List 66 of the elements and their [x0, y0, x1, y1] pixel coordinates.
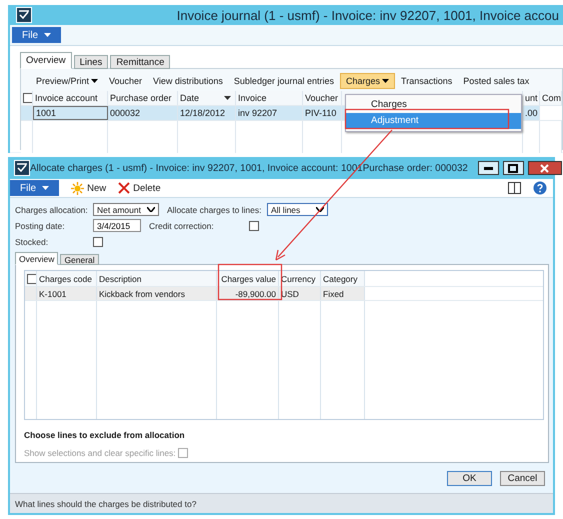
help-icon[interactable]	[533, 181, 547, 195]
table-cell: Kickback from vendors	[99, 288, 185, 298]
ok-button[interactable]: OK	[447, 471, 492, 486]
charges-allocation-dropdown[interactable]: Net amount	[93, 203, 159, 216]
table-cell: 12/18/2012	[180, 108, 226, 118]
field-label: Show selections and clear specific lines:	[24, 448, 176, 458]
table-cell: .00	[525, 108, 538, 118]
status-text: What lines should the charges be distributed to?	[15, 498, 196, 508]
caret-icon	[44, 33, 52, 37]
minimize-icon	[484, 166, 493, 170]
checkbox[interactable]	[249, 220, 259, 230]
toolbar-button[interactable]: New	[71, 182, 106, 194]
cancel-button[interactable]: Cancel	[500, 471, 545, 486]
field-label: Charges allocation:	[15, 204, 89, 214]
maximize-button[interactable]	[502, 161, 524, 175]
posting-date-field[interactable]: 3/4/2015	[93, 219, 141, 232]
checkbox[interactable]	[93, 236, 103, 246]
tab[interactable]: Overview	[15, 252, 58, 265]
checkbox[interactable]	[27, 274, 36, 284]
field-label: Stocked:	[15, 236, 50, 246]
section-heading: Choose lines to exclude from allocation	[24, 430, 186, 440]
close-icon	[540, 164, 550, 172]
table-cell: inv 92207	[238, 108, 278, 118]
action-button[interactable]: Subledger journal entries	[228, 73, 339, 89]
chevron-icon	[147, 207, 155, 212]
book-icon[interactable]	[508, 182, 521, 194]
action-button[interactable]: Voucher	[104, 73, 148, 89]
field-label: Allocate charges to lines:	[167, 204, 262, 214]
action-button[interactable]: View distributions	[148, 73, 228, 89]
table-cell: 000032	[110, 108, 140, 118]
file-menu-button[interactable]: File	[10, 180, 60, 196]
table-cell: -89,900.00	[235, 288, 276, 298]
delete-icon	[118, 182, 130, 194]
field-label: Posting date:	[15, 220, 66, 230]
chevron-icon	[316, 207, 324, 212]
action-button[interactable]: Transactions	[396, 73, 458, 89]
field-label: Credit correction:	[149, 220, 215, 230]
app-icon	[14, 160, 30, 176]
column-header[interactable]: unt	[525, 93, 538, 103]
file-menu-button[interactable]: File	[12, 27, 62, 43]
tab[interactable]: Overview	[20, 52, 72, 69]
checkbox[interactable]	[23, 93, 32, 103]
caret-icon	[382, 79, 390, 83]
allocate-lines-dropdown[interactable]: All lines	[267, 203, 328, 216]
sun-icon	[71, 182, 84, 194]
sort-icon	[224, 96, 231, 100]
app-icon	[16, 7, 32, 23]
column-header[interactable]: Com	[542, 93, 561, 103]
tab[interactable]: General	[60, 254, 99, 265]
table-cell: 1001	[36, 108, 56, 118]
toolbar-button[interactable]: Delete	[118, 182, 161, 194]
action-button[interactable]: Charges	[340, 73, 396, 89]
close-button[interactable]	[528, 161, 562, 175]
tab[interactable]: Lines	[74, 55, 108, 69]
highlight-rectangle	[218, 264, 282, 300]
action-button[interactable]: Preview/Print	[31, 73, 104, 89]
caret-icon	[42, 186, 50, 190]
tab[interactable]: Remittance	[110, 55, 170, 69]
table-cell: Fixed	[323, 288, 344, 298]
maximize-icon	[508, 164, 518, 172]
window-title: Invoice journal (1 - usmf) - Invoice: inv 92207, 1001, Invoice accou	[176, 8, 559, 22]
caret-icon	[91, 79, 98, 83]
table-cell: PIV-110	[305, 108, 336, 118]
table-cell: K-1001	[39, 288, 66, 298]
action-button[interactable]: Posted sales tax	[458, 73, 534, 89]
minimize-button[interactable]	[478, 161, 499, 175]
